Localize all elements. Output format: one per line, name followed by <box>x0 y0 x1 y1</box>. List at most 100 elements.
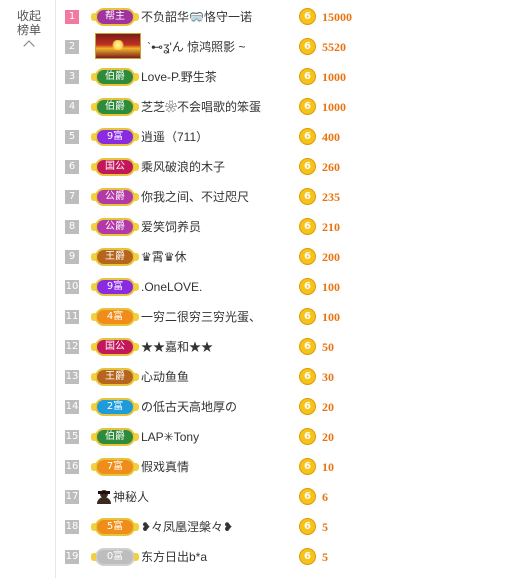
coin-icon: 6 <box>299 248 316 265</box>
leaderboard-row[interactable]: 3 伯爵 Love-P.野生茶 6 1000 <box>57 62 507 92</box>
level-badge: 9富 <box>91 278 139 296</box>
level-badge: 伯爵 <box>91 428 139 446</box>
coin-icon: 6 <box>299 428 316 445</box>
coin-icon: 6 <box>299 98 316 115</box>
gift-amount: 5 <box>322 520 328 534</box>
collapse-leaderboard-button[interactable]: 收起 榜单 <box>9 9 49 52</box>
user-name[interactable]: `⊷ʓ'ん 惊鸿照影 ~ <box>147 39 246 55</box>
user-name[interactable]: 乘风破浪的木子 <box>141 159 225 175</box>
level-badge: 国公 <box>91 158 139 176</box>
coin-icon: 6 <box>299 398 316 415</box>
coin-icon: 6 <box>299 68 316 85</box>
leaderboard-row[interactable]: 10 9富 .OneLOVE. 6 100 <box>57 272 507 302</box>
rank-number: 6 <box>65 160 79 174</box>
coin-icon: 6 <box>299 488 316 505</box>
rank-number: 4 <box>65 100 79 114</box>
leaderboard-row[interactable]: 12 国公 ★★嘉和★★ 6 50 <box>57 332 507 362</box>
leaderboard-row[interactable]: 7 公爵 你我之间、不过咫尺 6 235 <box>57 182 507 212</box>
rank-number: 8 <box>65 220 79 234</box>
gift-amount: 20 <box>322 430 334 444</box>
user-name[interactable]: 神秘人 <box>113 489 149 505</box>
coin-icon: 6 <box>299 128 316 145</box>
rank-number: 14 <box>65 400 79 414</box>
leaderboard-row[interactable]: 9 王爵 ♛霄♛休 6 200 <box>57 242 507 272</box>
level-badge: 9富 <box>91 128 139 146</box>
coin-icon: 6 <box>299 308 316 325</box>
leaderboard-row[interactable]: 11 4富 一穷二很穷三穷光蛋、 6 100 <box>57 302 507 332</box>
gift-amount: 1000 <box>322 70 346 84</box>
user-name[interactable]: LAP✳Tony <box>141 429 199 445</box>
coin-icon: 6 <box>299 8 316 25</box>
user-name[interactable]: ❥々凤凰涅槃々❥ <box>141 519 233 535</box>
collapse-label-line2: 榜单 <box>16 23 41 37</box>
user-name[interactable]: ★★嘉和★★ <box>141 339 213 355</box>
leaderboard-row[interactable]: 8 公爵 爱笑饲养员 6 210 <box>57 212 507 242</box>
coin-icon: 6 <box>299 458 316 475</box>
leaderboard-row[interactable]: 13 王爵 心动鱼鱼 6 30 <box>57 362 507 392</box>
coin-icon: 6 <box>299 338 316 355</box>
user-name[interactable]: 你我之间、不过咫尺 <box>141 189 249 205</box>
user-name[interactable]: Love-P.野生茶 <box>141 69 217 85</box>
gift-amount: 30 <box>322 370 334 384</box>
special-badge-icon <box>95 33 141 59</box>
leaderboard-row[interactable]: 1 帮主 不负韶华🥽恪守一诺 6 15000 <box>57 2 507 32</box>
rank-number: 1 <box>65 10 79 24</box>
gift-amount: 15000 <box>322 10 352 24</box>
rank-number: 16 <box>65 460 79 474</box>
leaderboard-row[interactable]: 16 7富 假戏真情 6 10 <box>57 452 507 482</box>
rank-number: 17 <box>65 490 79 504</box>
gift-amount: 100 <box>322 310 340 324</box>
coin-icon: 6 <box>299 368 316 385</box>
user-name[interactable]: 不负韶华🥽恪守一诺 <box>141 9 252 25</box>
gift-amount: 50 <box>322 340 334 354</box>
leaderboard-row[interactable]: 14 2富 の低古天高地厚の 6 20 <box>57 392 507 422</box>
rank-number: 13 <box>65 370 79 384</box>
gift-amount: 5520 <box>322 40 346 54</box>
leaderboard-row[interactable]: 2 `⊷ʓ'ん 惊鸿照影 ~ 6 5520 <box>57 32 507 62</box>
coin-icon: 6 <box>299 38 316 55</box>
rank-number: 2 <box>65 40 79 54</box>
leaderboard-row[interactable]: 17 神秘人 6 6 <box>57 482 507 512</box>
user-name[interactable]: 爱笑饲养员 <box>141 219 201 235</box>
rank-number: 19 <box>65 550 79 564</box>
level-badge: 公爵 <box>91 218 139 236</box>
leaderboard-row[interactable]: 5 9富 逍遥（711） 6 400 <box>57 122 507 152</box>
leaderboard-row[interactable]: 6 国公 乘风破浪的木子 6 260 <box>57 152 507 182</box>
leaderboard-row[interactable]: 18 5富 ❥々凤凰涅槃々❥ 6 5 <box>57 512 507 542</box>
user-name[interactable]: 一穷二很穷三穷光蛋、 <box>141 309 261 325</box>
coin-icon: 6 <box>299 278 316 295</box>
level-badge: 5富 <box>91 518 139 536</box>
rank-number: 18 <box>65 520 79 534</box>
level-badge: 0富 <box>91 548 139 566</box>
gift-amount: 1000 <box>322 100 346 114</box>
gift-amount: 10 <box>322 460 334 474</box>
user-name[interactable]: 逍遥（711） <box>141 129 208 145</box>
level-badge: 4富 <box>91 308 139 326</box>
gift-amount: 200 <box>322 250 340 264</box>
level-badge: 王爵 <box>91 248 139 266</box>
user-name[interactable]: 心动鱼鱼 <box>141 369 189 385</box>
rank-number: 12 <box>65 340 79 354</box>
user-name[interactable]: 东方日出b*a <box>141 549 207 565</box>
leaderboard-row[interactable]: 15 伯爵 LAP✳Tony 6 20 <box>57 422 507 452</box>
mystery-person-icon <box>97 490 111 504</box>
level-badge: 公爵 <box>91 188 139 206</box>
rank-number: 10 <box>65 280 79 294</box>
user-name[interactable]: 假戏真情 <box>141 459 189 475</box>
chevron-up-icon <box>23 40 35 52</box>
gift-amount: 6 <box>322 490 328 504</box>
level-badge: 7富 <box>91 458 139 476</box>
level-badge: 国公 <box>91 338 139 356</box>
user-name[interactable]: の低古天高地厚の <box>141 399 237 415</box>
leaderboard-row[interactable]: 19 0富 东方日出b*a 6 5 <box>57 542 507 572</box>
coin-icon: 6 <box>299 548 316 565</box>
rank-number: 3 <box>65 70 79 84</box>
user-name[interactable]: 芝芝❀不会唱歌的笨蛋 <box>141 99 261 115</box>
user-name[interactable]: .OneLOVE. <box>141 279 202 295</box>
leaderboard-row[interactable]: 4 伯爵 芝芝❀不会唱歌的笨蛋 6 1000 <box>57 92 507 122</box>
user-name[interactable]: ♛霄♛休 <box>141 249 187 265</box>
gift-amount: 100 <box>322 280 340 294</box>
coin-icon: 6 <box>299 518 316 535</box>
gift-amount: 210 <box>322 220 340 234</box>
side-tab: 收起 榜单 <box>0 0 56 578</box>
